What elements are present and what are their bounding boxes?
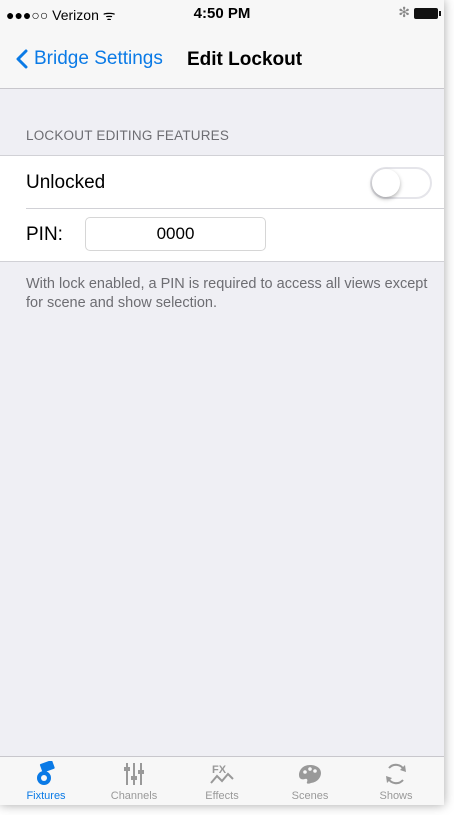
tab-label: Fixtures [26, 790, 66, 802]
phone-screen: ●●●○○ Verizon ᯤ 4:50 PM ✻ Bridge Setting… [0, 0, 444, 805]
tab-label: Scenes [291, 790, 329, 802]
lock-status-label: Unlocked [26, 172, 106, 193]
page-title: Edit Lockout [187, 49, 303, 70]
status-bar: ●●●○○ Verizon ᯤ 4:50 PM ✻ [0, 0, 444, 28]
tab-scenes[interactable]: Scenes [270, 761, 350, 802]
lock-toggle[interactable] [370, 167, 432, 199]
section-header: LOCKOUT EDITING FEATURES [26, 128, 230, 143]
tab-shows[interactable]: Shows [356, 761, 436, 802]
tab-channels[interactable]: Channels [94, 761, 174, 802]
shows-icon [386, 763, 406, 785]
fixtures-icon [37, 761, 55, 785]
status-time: 4:50 PM [193, 5, 251, 22]
navigation-bar: Bridge Settings Edit Lockout [0, 28, 444, 89]
bluetooth-icon: ✻ [398, 4, 410, 20]
lock-row: Unlocked [0, 156, 444, 208]
pin-input[interactable] [85, 217, 266, 251]
pin-row: PIN: [0, 209, 444, 261]
scenes-icon [299, 765, 321, 784]
svg-text:FX: FX [212, 764, 227, 776]
tab-bar: Fixtures Channels FX Effects Scenes Show… [0, 756, 444, 805]
pin-label: PIN: [26, 224, 63, 245]
effects-icon: FX [210, 764, 234, 784]
lock-description: With lock enabled, a PIN is required to … [26, 276, 428, 311]
tab-label: Effects [205, 790, 239, 802]
tab-label: Shows [379, 790, 413, 802]
tab-fixtures[interactable]: Fixtures [6, 761, 86, 802]
chevron-left-icon [16, 49, 28, 69]
battery-icon [414, 8, 441, 19]
lockout-settings-group: Unlocked PIN: [0, 155, 444, 262]
back-button[interactable]: Bridge Settings [16, 48, 163, 70]
back-button-label: Bridge Settings [34, 48, 163, 69]
tab-label: Channels [110, 790, 158, 802]
channels-icon [124, 763, 144, 785]
tab-effects[interactable]: FX Effects [182, 761, 262, 802]
toggle-knob [372, 169, 400, 197]
